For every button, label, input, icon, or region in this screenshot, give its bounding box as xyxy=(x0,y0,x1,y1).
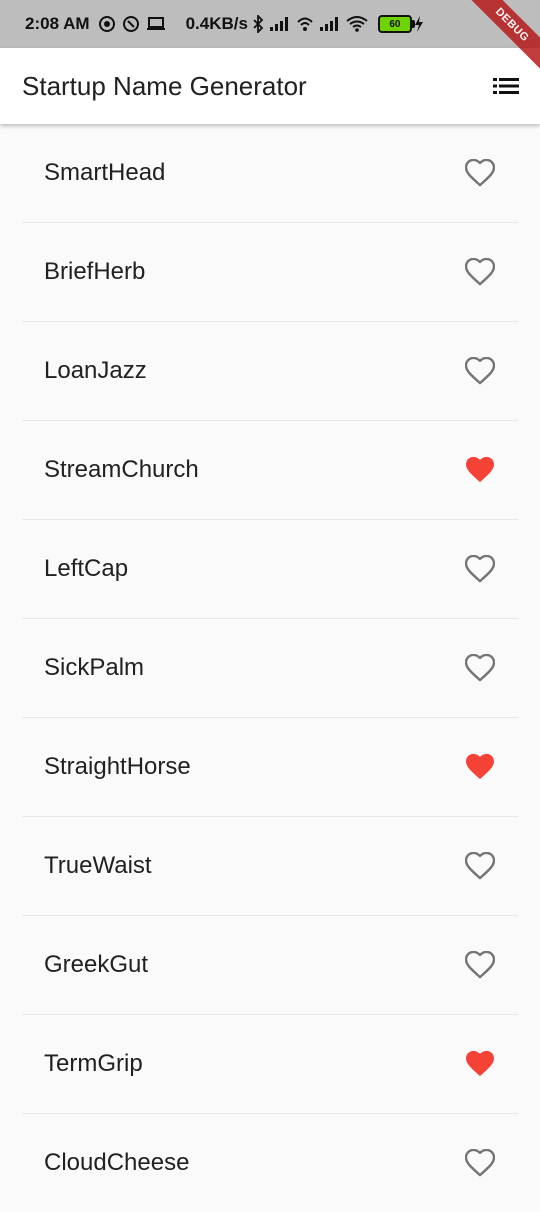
favorite-border-icon[interactable] xyxy=(464,553,496,585)
notification-icon-2 xyxy=(122,15,140,33)
favorite-border-icon[interactable] xyxy=(464,850,496,882)
app-bar: Startup Name Generator xyxy=(0,48,540,124)
list-item[interactable]: SickPalm xyxy=(22,619,518,718)
list-item[interactable]: LeftCap xyxy=(22,520,518,619)
wifi-icon xyxy=(346,16,368,32)
status-bar: 2:08 AM 0.4KB/s 60 xyxy=(0,0,540,48)
signal-icon-2 xyxy=(319,17,340,31)
startup-name: StreamChurch xyxy=(44,456,199,483)
favorite-filled-icon[interactable] xyxy=(464,454,496,486)
startup-name: SmartHead xyxy=(44,159,166,186)
charging-icon xyxy=(414,16,424,32)
notification-icon xyxy=(98,15,116,33)
startup-name: LeftCap xyxy=(44,555,129,582)
hotspot-icon xyxy=(296,16,314,32)
startup-name: TermGrip xyxy=(44,1050,143,1077)
favorite-filled-icon[interactable] xyxy=(464,751,496,783)
list-item[interactable]: SmartHead xyxy=(22,124,518,223)
list-item[interactable]: GreekGut xyxy=(22,916,518,1015)
startup-name-list: SmartHead BriefHerb LoanJazz StreamChurch Le… xyxy=(22,124,518,1212)
list-item[interactable]: StreamChurch xyxy=(22,421,518,520)
favorite-filled-icon[interactable] xyxy=(464,1048,496,1080)
startup-name: LoanJazz xyxy=(44,357,147,384)
laptop-icon xyxy=(146,16,166,32)
startup-name: TrueWaist xyxy=(44,852,152,879)
startup-name: BriefHerb xyxy=(44,258,146,285)
list-item[interactable]: TermGrip xyxy=(22,1015,518,1114)
favorite-border-icon[interactable] xyxy=(464,1147,496,1179)
list-item[interactable]: LoanJazz xyxy=(22,322,518,421)
startup-name: SickPalm xyxy=(44,654,145,681)
startup-name: CloudCheese xyxy=(44,1149,190,1176)
battery-level: 60 xyxy=(389,18,401,30)
list-item[interactable]: BriefHerb xyxy=(22,223,518,322)
favorite-border-icon[interactable] xyxy=(464,652,496,684)
startup-name: StraightHorse xyxy=(44,753,191,780)
list-item[interactable]: TrueWaist xyxy=(22,817,518,916)
saved-list-button[interactable] xyxy=(492,72,520,100)
startup-name: GreekGut xyxy=(44,951,149,978)
favorite-border-icon[interactable] xyxy=(464,355,496,387)
list-icon xyxy=(493,78,519,94)
list-item[interactable]: CloudCheese xyxy=(22,1114,518,1212)
battery-icon: 60 xyxy=(377,15,415,33)
network-speed: 0.4KB/s xyxy=(185,14,248,33)
bluetooth-icon xyxy=(252,15,264,33)
favorite-border-icon[interactable] xyxy=(464,949,496,981)
page-title: Startup Name Generator xyxy=(22,70,307,101)
favorite-border-icon[interactable] xyxy=(464,256,496,288)
signal-icon xyxy=(269,17,290,31)
favorite-border-icon[interactable] xyxy=(464,157,496,189)
status-time: 2:08 AM xyxy=(25,14,90,33)
list-item[interactable]: StraightHorse xyxy=(22,718,518,817)
